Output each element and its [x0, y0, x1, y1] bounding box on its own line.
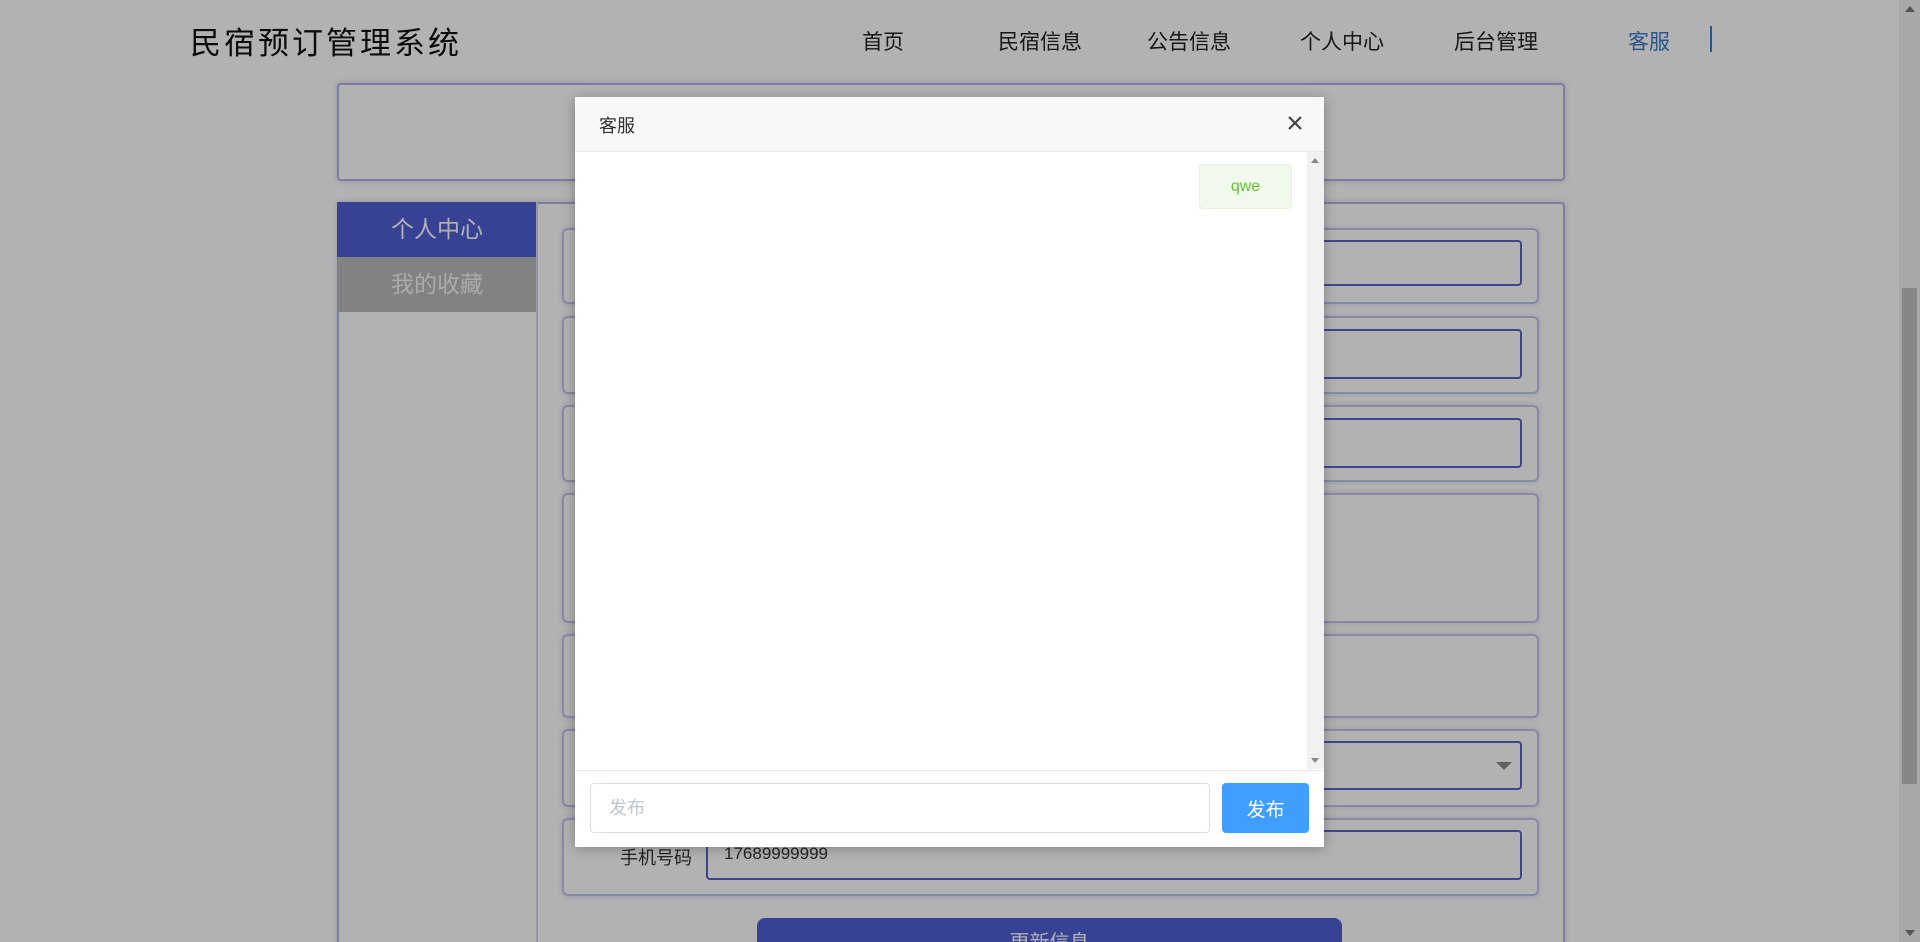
chat-input[interactable] — [590, 783, 1210, 833]
chat-message: qwe — [1199, 164, 1292, 209]
dialog-title: 客服 — [599, 116, 635, 136]
dialog-header: 客服 — [575, 97, 1324, 152]
scroll-up-icon[interactable] — [1311, 158, 1319, 163]
page: 民宿预订管理系统 首页 民宿信息 公告信息 个人中心 后台管理 客服 个人中心 … — [0, 0, 1920, 942]
scroll-down-icon[interactable] — [1311, 758, 1319, 763]
chat-scrollbar[interactable] — [1307, 152, 1324, 769]
dialog-footer: 发布 — [575, 770, 1324, 847]
chat-messages: qwe — [575, 152, 1324, 769]
customer-service-dialog: 客服 qwe 发布 — [575, 97, 1324, 847]
send-button[interactable]: 发布 — [1222, 783, 1309, 833]
close-icon[interactable] — [1281, 109, 1309, 137]
